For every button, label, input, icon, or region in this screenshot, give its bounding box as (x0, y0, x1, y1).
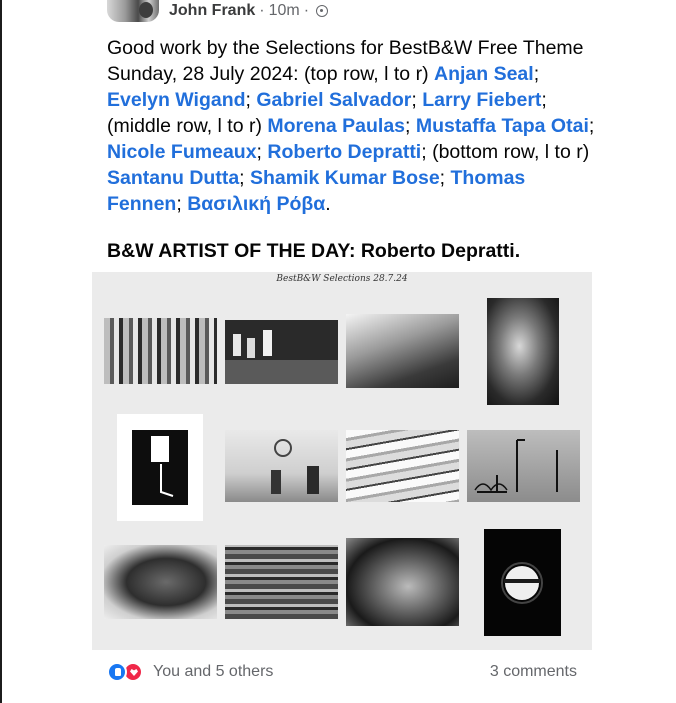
photo-crowd[interactable] (225, 545, 338, 619)
tag-link[interactable]: Evelyn Wigand (107, 89, 246, 111)
photo-lamp-art (501, 562, 543, 604)
photo-street[interactable] (225, 320, 338, 384)
photo-abstract[interactable] (117, 414, 203, 521)
row-label: ; (bottom row, l to r) (421, 141, 590, 163)
globe-icon (316, 5, 329, 17)
author-name[interactable]: John Frank (169, 2, 255, 20)
post-header: John Frank · 10m · (107, 0, 329, 22)
photo-musicians[interactable] (225, 430, 338, 502)
avatar[interactable] (107, 0, 159, 22)
photo-lamp[interactable] (484, 529, 561, 636)
reactions-count[interactable]: You and 5 others (153, 663, 273, 681)
tag-link[interactable]: Larry Fiebert (422, 89, 541, 111)
photo-abstract-art (132, 430, 188, 505)
tag-link[interactable]: Gabriel Salvador (256, 89, 411, 111)
separator: ; (239, 167, 251, 189)
tag-link[interactable]: Anjan Seal (434, 63, 534, 85)
photo-dancers[interactable] (104, 318, 217, 384)
like-icon (107, 662, 127, 682)
separator: ; (588, 115, 595, 137)
separator: ; (405, 115, 416, 137)
period: . (325, 193, 331, 215)
collage-title: BestB&W Selections 28.7.24 (276, 274, 408, 284)
separator: ; (245, 89, 257, 111)
separator: ; (533, 63, 540, 85)
separator: · (303, 2, 310, 19)
photo-smiling-woman[interactable] (346, 538, 459, 626)
separator: ; (411, 89, 423, 111)
photo-woman-scarf[interactable] (104, 545, 217, 619)
photo-gate[interactable] (467, 430, 580, 502)
tag-link[interactable]: Roberto Depratti (267, 141, 421, 163)
tag-link[interactable]: Βασιλική Ρόβα (187, 193, 325, 215)
separator: ; (439, 167, 451, 189)
photo-alley[interactable] (346, 314, 459, 388)
tag-link[interactable]: Morena Paulas (267, 115, 405, 137)
separator: · (259, 2, 265, 19)
post-text: Good work by the Selections for BestB&W … (107, 35, 597, 217)
tag-link[interactable]: Shamik Kumar Bose (250, 167, 440, 189)
photo-old-man[interactable] (487, 298, 559, 405)
window-edge (0, 0, 2, 703)
photo-collage[interactable]: BestB&W Selections 28.7.24 (92, 272, 592, 650)
photo-architecture[interactable] (346, 430, 459, 502)
artist-of-the-day: B&W ARTIST OF THE DAY: Roberto Depratti. (107, 240, 521, 262)
separator: ; (256, 141, 268, 163)
separator: ; (176, 193, 188, 215)
tag-link[interactable]: Nicole Fumeaux (107, 141, 257, 163)
reaction-icons[interactable] (107, 662, 149, 682)
comments-count[interactable]: 3 comments (490, 663, 577, 681)
post-time[interactable]: 10m (269, 2, 300, 20)
tag-link[interactable]: Santanu Dutta (107, 167, 239, 189)
post-footer: You and 5 others 3 comments (107, 660, 577, 684)
photo-gate-art (474, 439, 558, 493)
photo-street-art (225, 320, 338, 384)
tag-link[interactable]: Mustaffa Tapa Otai (416, 115, 589, 137)
photo-musicians-art (271, 439, 319, 494)
